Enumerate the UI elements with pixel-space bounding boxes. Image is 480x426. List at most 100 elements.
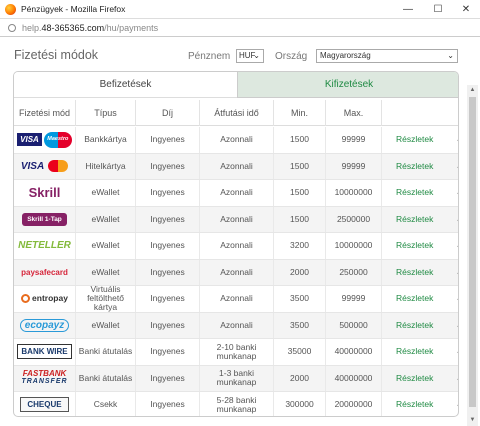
details-link[interactable]: Részletek ⌄ <box>382 286 458 312</box>
time-cell: Azonnali <box>200 233 274 259</box>
visa-mastercard-logo: VISA <box>14 153 76 179</box>
chevron-down-icon[interactable]: ⌄ <box>455 214 458 224</box>
time-cell: Azonnali <box>200 259 274 285</box>
paysafecard-text: paysafecard <box>21 267 68 277</box>
col-min: Min. <box>274 100 326 126</box>
chevron-down-icon[interactable]: ⌄ <box>455 188 458 197</box>
details-link[interactable]: Részletek ⌄ <box>382 180 458 206</box>
chevron-down-icon[interactable]: ⌄ <box>455 161 458 171</box>
time-cell: 5-28 banki munkanap <box>200 392 274 416</box>
entropay-logo: entropay <box>14 286 76 312</box>
chevron-down-icon[interactable]: ⌄ <box>455 373 458 383</box>
fee-cell: Ingyenes <box>136 365 200 391</box>
fee-cell: Ingyenes <box>136 153 200 179</box>
col-max: Max. <box>326 100 382 126</box>
details-link[interactable]: Részletek ⌄ <box>382 366 458 392</box>
close-button[interactable]: ✕ <box>453 0 479 18</box>
url-bar[interactable]: help.48-365365.com/hu/payments <box>0 18 480 37</box>
skrill-1tap-logo: Skrill 1-Tap <box>14 206 76 232</box>
ecopayz-logo: ecopayz <box>14 312 76 338</box>
details-link[interactable]: Részletek ⌄ <box>382 339 458 365</box>
table-row: paysafecard eWallet Ingyenes Azonnali 2000 25… <box>14 259 458 286</box>
fee-cell: Ingyenes <box>136 180 200 206</box>
max-cell: 250000 <box>326 259 382 285</box>
cheque-text: CHEQUE <box>20 397 69 413</box>
details-label: Részletek <box>396 266 434 277</box>
chevron-down-icon[interactable]: ⌄ <box>455 294 458 303</box>
time-cell: Azonnali <box>200 286 274 312</box>
info-icon[interactable] <box>8 23 16 32</box>
page-title: Fizetési módok <box>14 48 99 62</box>
currency-select[interactable]: HUF ⌄ <box>236 49 264 63</box>
details-link[interactable]: Részletek ⌄ <box>382 127 458 153</box>
table-row: Skrill 1-Tap eWallet Ingyenes Azonnali 1500 2… <box>14 206 458 233</box>
country-select[interactable]: Magyarország ⌄ <box>316 49 458 63</box>
mastercard-icon <box>48 160 69 173</box>
details-label: Részletek <box>396 160 434 171</box>
details-link[interactable]: Részletek ⌄ <box>382 233 458 259</box>
maximize-button[interactable]: ☐ <box>425 0 451 18</box>
max-cell: 2500000 <box>326 206 382 232</box>
details-link[interactable]: Részletek ⌄ <box>382 392 458 416</box>
table-header: Fizetési mód Típus Díj Átfutási idő Min.… <box>14 100 458 126</box>
url-host: 48-365365.com <box>41 22 105 33</box>
details-link[interactable]: Részletek ⌄ <box>382 154 458 180</box>
min-cell: 3500 <box>274 312 326 338</box>
type-cell: Csekk <box>76 392 136 416</box>
tab-deposits[interactable]: Befizetések <box>14 72 237 98</box>
fee-cell: Ingyenes <box>136 259 200 285</box>
tab-label: Kifizetések <box>324 79 374 90</box>
type-cell: Banki átutalás <box>76 365 136 391</box>
details-label: Részletek <box>396 187 434 198</box>
type-cell: eWallet <box>76 180 136 206</box>
details-label: Részletek <box>396 372 434 383</box>
url-path: /hu/payments <box>104 22 159 33</box>
chevron-down-icon[interactable]: ⌄ <box>455 347 458 356</box>
col-fee: Díj <box>136 100 200 126</box>
fastbank-text: FASTBANK <box>22 369 67 379</box>
page-content: Fizetési módok Pénznem HUF ⌄ Ország Magya… <box>0 37 480 426</box>
country-value: Magyarország <box>320 51 371 60</box>
max-cell: 99999 <box>326 286 382 312</box>
time-cell: Azonnali <box>200 180 274 206</box>
entropay-text: entropay <box>32 293 68 304</box>
min-cell: 2000 <box>274 365 326 391</box>
min-cell: 1500 <box>274 127 326 153</box>
min-cell: 1500 <box>274 153 326 179</box>
chevron-down-icon[interactable]: ⌄ <box>455 241 458 250</box>
table-row: VISA Hitelkártya Ingyenes Azonnali 1500 99999… <box>14 153 458 180</box>
country-label: Ország <box>275 51 308 62</box>
col-time: Átfutási idő <box>200 100 274 126</box>
scrollbar-thumb[interactable] <box>469 97 476 407</box>
minimize-button[interactable]: — <box>395 0 421 18</box>
chevron-down-icon[interactable]: ⌄ <box>455 135 458 144</box>
scroll-down-icon[interactable]: ▼ <box>467 415 478 426</box>
window-title: Pénzügyek - Mozilla Firefox <box>21 4 126 14</box>
details-link[interactable]: Részletek ⌄ <box>382 260 458 286</box>
details-label: Részletek <box>396 240 434 251</box>
url-text[interactable]: help.48-365365.com/hu/payments <box>22 23 158 33</box>
fee-cell: Ingyenes <box>136 233 200 259</box>
time-cell: Azonnali <box>200 153 274 179</box>
chevron-down-icon[interactable]: ⌄ <box>455 320 458 330</box>
firefox-icon <box>5 3 16 15</box>
table-row: FASTBANK TRANSFER Banki átutalás Ingyenes 1-… <box>14 365 458 392</box>
page-header: Fizetési módok Pénznem HUF ⌄ Ország Magya… <box>14 47 460 69</box>
scroll-up-icon[interactable]: ▲ <box>467 85 478 96</box>
details-label: Részletek <box>396 293 434 304</box>
transfer-text: TRANSFER <box>21 378 68 386</box>
details-link[interactable]: Részletek ⌄ <box>382 207 458 233</box>
max-cell: 99999 <box>326 153 382 179</box>
chevron-down-icon[interactable]: ⌄ <box>455 400 458 409</box>
details-link[interactable]: Részletek ⌄ <box>382 313 458 339</box>
type-cell: eWallet <box>76 312 136 338</box>
details-label: Részletek <box>396 134 434 145</box>
payments-panel: Befizetések Kifizetések Fizetési mód Típ… <box>13 71 459 417</box>
chevron-down-icon[interactable]: ⌄ <box>455 267 458 277</box>
entropay-circle-icon <box>21 294 31 304</box>
bank-wire-logo: BANK WIRE <box>14 339 76 365</box>
neteller-logo: NETELLER <box>14 233 76 259</box>
col-type: Típus <box>76 100 136 126</box>
tab-withdrawals[interactable]: Kifizetések <box>237 72 458 98</box>
min-cell: 3200 <box>274 233 326 259</box>
